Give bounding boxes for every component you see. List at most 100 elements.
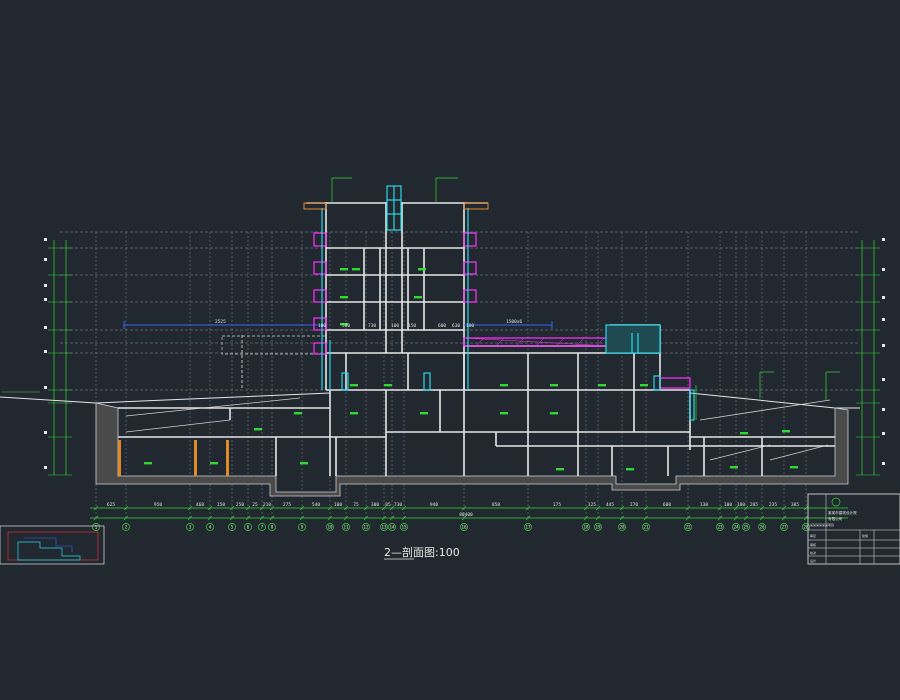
title-row: 校对	[810, 550, 816, 555]
axis-label: 8	[271, 525, 274, 530]
axis-label: 15	[401, 525, 407, 530]
ground-line	[0, 391, 860, 409]
axis-bubble: 21	[642, 523, 650, 531]
axis-label: 21	[643, 525, 649, 530]
dimension-value: 25	[252, 502, 258, 508]
dimension-value: 100	[334, 502, 342, 508]
axis-bubble: 6	[244, 523, 252, 531]
dimension-value: 180	[737, 502, 745, 508]
room-tag	[500, 384, 508, 387]
room-tag	[144, 462, 152, 465]
room-dim: 730	[368, 323, 376, 329]
axis-bubble: 5	[228, 523, 236, 531]
dimension-value: 75	[353, 502, 359, 508]
room-tag	[294, 412, 302, 415]
axis-label: 17	[525, 525, 531, 530]
section-drawing: 2525 1500x6 100 580 730 100 150 600 630 …	[0, 177, 900, 565]
left-level-dimensions	[44, 238, 72, 476]
axis-bubble: 23	[716, 523, 724, 531]
axis-bubble: 25	[742, 523, 750, 531]
room-tag	[418, 268, 426, 271]
beam-label-left: 2525	[215, 319, 226, 325]
room-dim: 100	[391, 323, 399, 329]
dimension-value: 850	[492, 502, 500, 508]
room-tag	[350, 412, 358, 415]
axis-label: 2	[125, 525, 128, 530]
room-dim: 100	[466, 323, 474, 329]
axis-bubble: 15	[400, 523, 408, 531]
room-dim: 600	[438, 323, 446, 329]
axis-bubble: 19	[594, 523, 602, 531]
axis-label: 27	[781, 525, 787, 530]
dimension-value: 85	[385, 502, 391, 508]
axis-label: 10	[327, 525, 333, 530]
axis-label: 20	[619, 525, 625, 530]
axis-label: 23	[717, 525, 723, 530]
axis-bubble: 8	[268, 523, 276, 531]
axis-bubble: 22	[684, 523, 692, 531]
axis-label: 25	[743, 525, 749, 530]
dimension-value: 250	[236, 502, 244, 508]
room-tag	[790, 466, 798, 469]
right-level-dimensions	[856, 238, 885, 476]
axis-label: 22	[685, 525, 691, 530]
axis-label: 6	[247, 525, 250, 530]
room-dim: 630	[452, 323, 460, 329]
company-name-2: 有限公司	[828, 516, 843, 521]
room-tag	[340, 268, 348, 271]
orange-doors	[118, 440, 229, 476]
room-tag	[300, 462, 308, 465]
room-tag	[626, 468, 634, 471]
title-block: 某某市建筑设计院 有限公司 某某某某某某项目 审定 审核 校对 设计 建施	[807, 493, 900, 565]
drawing-title-block: 2—剖面图:100	[384, 545, 460, 560]
dimension-value: 940	[430, 502, 438, 508]
project-name: 某某某某某某项目	[810, 522, 834, 527]
dimension-value: 275	[283, 502, 291, 508]
room-tag	[350, 384, 358, 387]
room-dim: 580	[342, 323, 350, 329]
title-row: 审核	[810, 542, 816, 547]
axis-label: 3	[189, 525, 192, 530]
dimension-value: 625	[107, 502, 115, 508]
dimension-value: 540	[312, 502, 320, 508]
room-tag	[420, 412, 428, 415]
room-tags	[144, 268, 798, 471]
room-tag	[414, 296, 422, 299]
axis-label: 7	[261, 525, 264, 530]
axis-label: 1	[95, 525, 98, 530]
axis-bubble: 24	[732, 523, 740, 531]
canopy-outline	[221, 335, 327, 355]
room-tag	[640, 384, 648, 387]
room-tag	[254, 428, 262, 431]
axis-bubble: 18	[582, 523, 590, 531]
axis-label: 16	[461, 525, 467, 530]
axis-bubble: 26	[758, 523, 766, 531]
dimension-value: 175	[553, 502, 561, 508]
room-dim: 100	[318, 323, 326, 329]
axis-label: 4	[209, 525, 212, 530]
axis-bubble: 28	[802, 523, 810, 531]
key-plan	[0, 525, 105, 565]
dimension-value: 235	[769, 502, 777, 508]
room-tag	[500, 412, 508, 415]
dimension-value: 950	[154, 502, 162, 508]
room-dim: 150	[408, 323, 416, 329]
beam-label-right: 1500x6	[506, 319, 523, 325]
axis-label: 5	[231, 525, 234, 530]
axis-bubble: 17	[524, 523, 532, 531]
room-tag	[730, 466, 738, 469]
axis-bubble: 4	[206, 523, 214, 531]
axis-bubble: 11	[342, 523, 350, 531]
axis-bubble: 7	[258, 523, 266, 531]
axis-label: 26	[759, 525, 765, 530]
axis-bubble: 20	[618, 523, 626, 531]
room-tag	[210, 462, 218, 465]
axis-label: 19	[595, 525, 601, 530]
room-tag	[550, 412, 558, 415]
company-name: 某某市建筑设计院	[828, 510, 857, 515]
axis-bubble: 10	[326, 523, 334, 531]
axis-label: 13	[381, 525, 387, 530]
axis-bubbles: 1 2 3 4 5 6 7 8 9 10 11 12 13 14 15 16 17 18 19 20 21 22 23 24 2…	[92, 523, 810, 531]
dimension-value: 300	[371, 502, 379, 508]
room-tag	[740, 432, 748, 435]
